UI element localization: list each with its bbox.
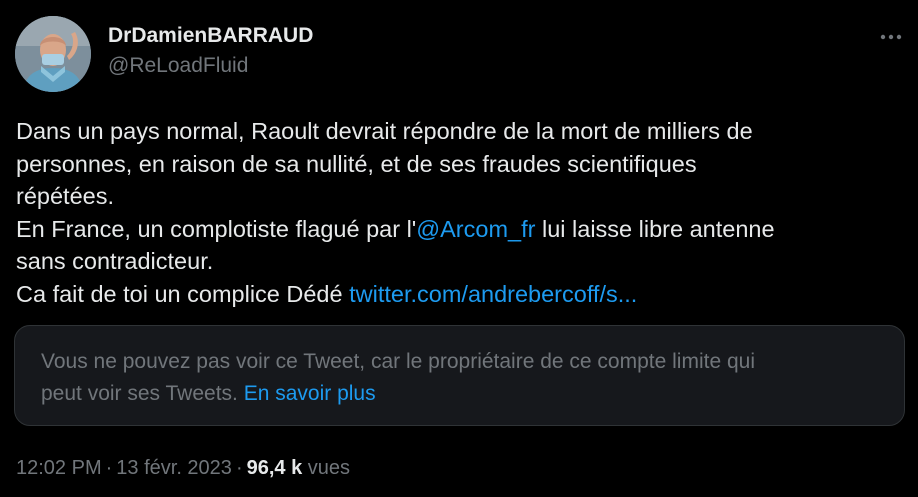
tweet-text-line: sans contradicteur. <box>16 248 214 274</box>
tweet-text-line: répétées. <box>16 183 114 209</box>
author-display-name[interactable]: DrDamienBARRAUD <box>108 22 313 50</box>
author-handle[interactable]: @ReLoadFluid <box>108 52 313 80</box>
tweet-text-line: En France, un complotiste flagué par l'@… <box>16 213 906 246</box>
tweet-text-fragment: En France, un complotiste flagué par l' <box>16 215 417 242</box>
profile-photo <box>15 16 91 92</box>
tweet-text-fragment: Ca fait de toi un complice Dédé <box>16 280 350 307</box>
tweet-metadata: 12:02 PM · 13 févr. 2023 · 96,4 k vues <box>16 455 350 481</box>
tweet-text: Dans un pays normal, Raoult devrait répo… <box>16 115 906 310</box>
mention-link[interactable]: @Arcom_fr <box>416 216 535 242</box>
notice-text: Vous ne pouvez pas voir ce Tweet, car le… <box>41 350 755 373</box>
notice-text-line: peut voir ses Tweets. En savoir plus <box>41 378 878 410</box>
unavailable-quote-notice: Vous ne pouvez pas voir ce Tweet, car le… <box>14 325 905 426</box>
separator: · <box>235 457 243 479</box>
author-info: DrDamienBARRAUD @ReLoadFluid <box>108 22 313 80</box>
learn-more-link[interactable]: En savoir plus <box>244 382 376 405</box>
notice-text: peut voir ses Tweets. <box>41 382 238 405</box>
more-options-icon <box>880 34 902 40</box>
views-count: 96,4 k <box>246 457 303 479</box>
avatar[interactable] <box>15 16 91 92</box>
tweet-time[interactable]: 12:02 PM <box>16 457 102 479</box>
tweet-card: DrDamienBARRAUD @ReLoadFluid Dans un pay… <box>0 0 918 497</box>
tweet-text-line: personnes, en raison de sa nullité, et d… <box>16 150 697 177</box>
views-label: vues <box>307 457 351 479</box>
tweet-text-line: Ca fait de toi un complice Dédé twitter.… <box>16 278 906 311</box>
separator: · <box>105 457 113 479</box>
tweet-text-line: Dans un pays normal, Raoult devrait répo… <box>16 118 753 144</box>
more-options-button[interactable] <box>878 24 904 50</box>
tweet-text-fragment: lui laisse libre antenne <box>535 215 775 242</box>
tweet-date[interactable]: 13 févr. 2023 <box>116 457 232 479</box>
url-link[interactable]: twitter.com/andrebercoff/s... <box>349 281 637 307</box>
